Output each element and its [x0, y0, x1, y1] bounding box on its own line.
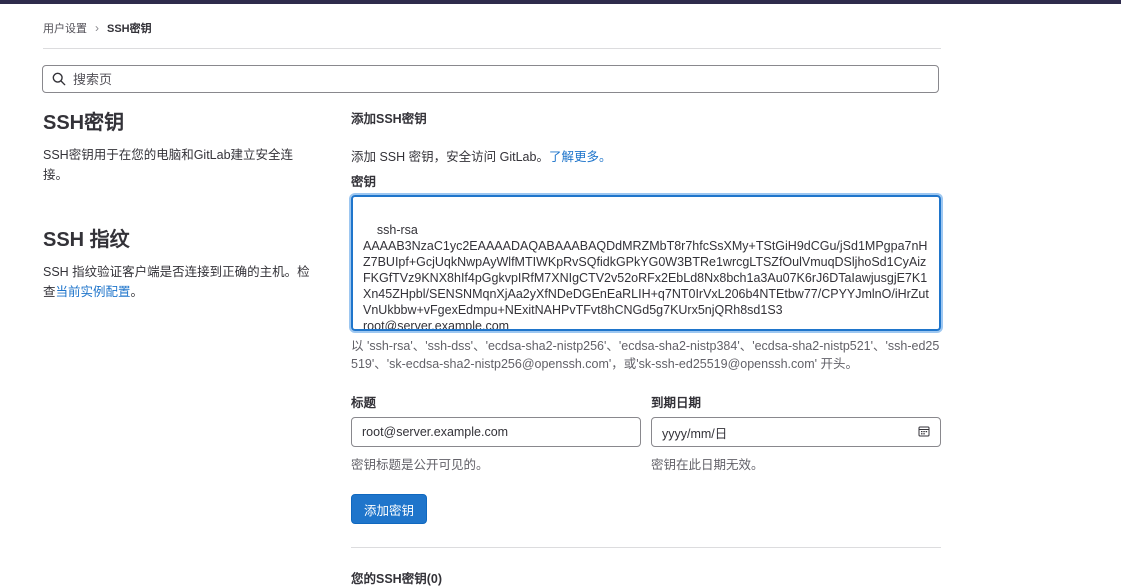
top-bar	[0, 0, 1121, 4]
expiry-help-text: 密钥在此日期无效。	[651, 458, 764, 472]
learn-more-link[interactable]: 了解更多。	[549, 150, 612, 164]
expiry-date-input[interactable]: yyyy/mm/日	[651, 417, 941, 447]
section-divider	[351, 547, 941, 548]
breadcrumb-user-settings[interactable]: 用户设置	[43, 20, 87, 36]
header-divider	[43, 48, 941, 49]
your-ssh-keys-heading: 您的SSH密钥(0)	[351, 572, 442, 586]
search-box[interactable]	[42, 65, 939, 93]
title-input-value: root@server.example.com	[362, 425, 509, 439]
form-desc-text: 添加 SSH 密钥，安全访问 GitLab。	[351, 150, 549, 164]
key-label: 密钥	[351, 175, 377, 189]
add-key-button[interactable]: 添加密钥	[351, 494, 427, 524]
key-help-text: 以 'ssh-rsa'、'ssh-dss'、'ecdsa-sha2-nistp2…	[351, 339, 940, 371]
resize-grip-icon[interactable]	[929, 319, 937, 327]
ssh-keys-heading: SSH密钥	[43, 112, 125, 134]
title-label: 标题	[351, 396, 377, 410]
instance-config-link[interactable]: 当前实例配置	[56, 285, 131, 299]
fingerprint-suffix: 。	[130, 285, 144, 299]
add-ssh-key-form: 添加SSH密钥 添加 SSH 密钥，安全访问 GitLab。了解更多。 密钥 s…	[351, 108, 941, 586]
ssh-fingerprint-description: SSH 指纹验证客户端是否连接到正确的主机。检查当前实例配置。	[43, 262, 313, 302]
breadcrumb-current[interactable]: SSH密钥	[107, 20, 152, 36]
settings-sidebar: SSH密钥 SSH密钥用于在您的电脑和GitLab建立安全连接。 SSH 指纹 …	[43, 106, 313, 302]
search-icon	[51, 71, 67, 87]
key-textarea[interactable]: ssh-rsa AAAAB3NzaC1yc2EAAAADAQABAAABAQDd…	[351, 195, 941, 331]
breadcrumb: 用户设置 › SSH密钥	[43, 20, 152, 36]
search-input[interactable]	[71, 70, 938, 88]
key-textarea-value: ssh-rsa AAAAB3NzaC1yc2EAAAADAQABAAABAQDd…	[363, 223, 929, 331]
title-input[interactable]: root@server.example.com	[351, 417, 641, 447]
calendar-icon[interactable]	[918, 425, 930, 440]
ssh-fingerprint-section: SSH 指纹 SSH 指纹验证客户端是否连接到正确的主机。检查当前实例配置。	[43, 223, 313, 302]
ssh-fingerprint-heading: SSH 指纹	[43, 229, 130, 251]
title-help-text: 密钥标题是公开可见的。	[351, 458, 489, 472]
ssh-keys-description: SSH密钥用于在您的电脑和GitLab建立安全连接。	[43, 148, 294, 182]
form-title: 添加SSH密钥	[351, 112, 427, 126]
form-description: 添加 SSH 密钥，安全访问 GitLab。了解更多。	[351, 146, 941, 165]
breadcrumb-separator: ›	[95, 21, 99, 35]
expiry-date-value: yyyy/mm/日	[662, 426, 728, 441]
expiry-label: 到期日期	[651, 396, 702, 410]
